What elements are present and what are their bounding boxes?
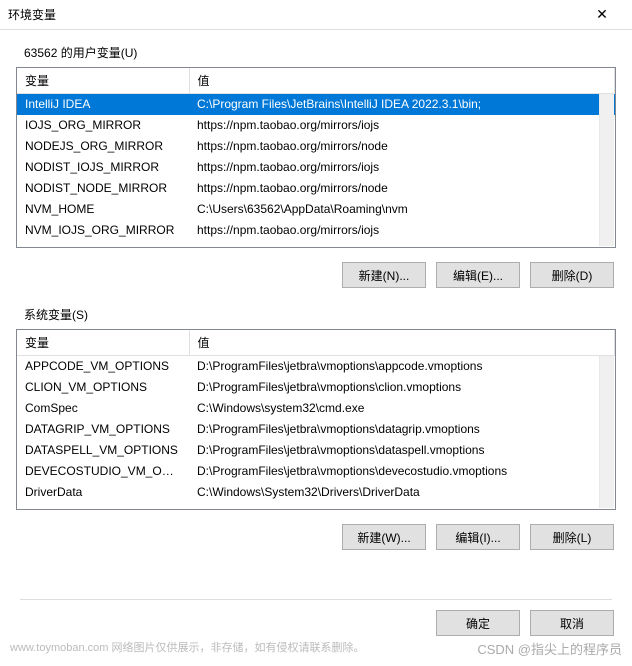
var-name-cell: IntelliJ IDEA	[17, 94, 189, 115]
window-title: 环境变量	[8, 6, 580, 23]
divider	[20, 599, 612, 600]
table-row[interactable]: DATAGRIP_VM_OPTIONSD:\ProgramFiles\jetbr…	[17, 419, 615, 440]
table-row[interactable]: NVM_HOMEC:\Users\63562\AppData\Roaming\n…	[17, 199, 615, 220]
watermark-right: CSDN @指尖上的程序员	[477, 639, 622, 658]
user-scrollbar[interactable]	[599, 94, 614, 246]
var-value-cell: https://npm.taobao.org/mirrors/iojs	[189, 157, 615, 178]
user-delete-button[interactable]: 删除(D)	[530, 262, 614, 288]
cancel-button[interactable]: 取消	[530, 610, 614, 636]
user-header-value[interactable]: 值	[189, 68, 615, 94]
table-row[interactable]: NODIST_NODE_MIRRORhttps://npm.taobao.org…	[17, 178, 615, 199]
title-bar: 环境变量 ✕	[0, 0, 632, 30]
system-delete-button[interactable]: 删除(L)	[530, 524, 614, 550]
watermark: www.toymoban.com 网络图片仅供展示，非存储，如有侵权请联系删除。…	[10, 639, 622, 658]
system-header-value[interactable]: 值	[189, 330, 615, 356]
system-vars-label: 系统变量(S)	[24, 306, 616, 323]
system-vars-table-container: 变量 值 APPCODE_VM_OPTIONSD:\ProgramFiles\j…	[16, 329, 616, 510]
var-value-cell: https://npm.taobao.org/mirrors/node	[189, 136, 615, 157]
var-value-cell: https://npm.taobao.org/mirrors/iojs	[189, 115, 615, 136]
user-new-button[interactable]: 新建(N)...	[342, 262, 426, 288]
user-header-variable[interactable]: 变量	[17, 68, 189, 94]
var-name-cell: DATAGRIP_VM_OPTIONS	[17, 419, 189, 440]
table-row[interactable]: NODEJS_ORG_MIRRORhttps://npm.taobao.org/…	[17, 136, 615, 157]
var-name-cell: CLION_VM_OPTIONS	[17, 377, 189, 398]
var-value-cell: C:\Users\63562\AppData\Roaming\nvm	[189, 199, 615, 220]
var-name-cell: ComSpec	[17, 398, 189, 419]
system-scrollbar[interactable]	[599, 356, 614, 508]
user-vars-label: 63562 的用户变量(U)	[24, 44, 616, 61]
var-value-cell: https://npm.taobao.org/mirrors/node	[189, 178, 615, 199]
var-value-cell: D:\ProgramFiles\jetbra\vmoptions\devecos…	[189, 461, 615, 482]
system-new-button[interactable]: 新建(W)...	[342, 524, 426, 550]
table-row[interactable]: NVM_IOJS_ORG_MIRRORhttps://npm.taobao.or…	[17, 220, 615, 241]
var-value-cell: D:\ProgramFiles\jetbra\vmoptions\clion.v…	[189, 377, 615, 398]
user-edit-button[interactable]: 编辑(E)...	[436, 262, 520, 288]
table-row[interactable]: NODIST_IOJS_MIRRORhttps://npm.taobao.org…	[17, 157, 615, 178]
table-row[interactable]: IntelliJ IDEAC:\Program Files\JetBrains\…	[17, 94, 615, 115]
close-icon: ✕	[596, 6, 608, 23]
table-row[interactable]: ComSpecC:\Windows\system32\cmd.exe	[17, 398, 615, 419]
var-value-cell: D:\ProgramFiles\jetbra\vmoptions\datagri…	[189, 419, 615, 440]
var-value-cell: C:\Program Files\JetBrains\IntelliJ IDEA…	[189, 94, 615, 115]
table-row[interactable]: DriverDataC:\Windows\System32\Drivers\Dr…	[17, 482, 615, 503]
var-name-cell: NODIST_IOJS_MIRROR	[17, 157, 189, 178]
var-name-cell: DATASPELL_VM_OPTIONS	[17, 440, 189, 461]
var-value-cell: D:\ProgramFiles\jetbra\vmoptions\dataspe…	[189, 440, 615, 461]
var-value-cell: C:\Windows\System32\Drivers\DriverData	[189, 482, 615, 503]
var-name-cell: APPCODE_VM_OPTIONS	[17, 356, 189, 377]
table-row[interactable]: IOJS_ORG_MIRRORhttps://npm.taobao.org/mi…	[17, 115, 615, 136]
var-name-cell: IOJS_ORG_MIRROR	[17, 115, 189, 136]
var-value-cell: D:\ProgramFiles\jetbra\vmoptions\appcode…	[189, 356, 615, 377]
system-vars-table[interactable]: 变量 值 APPCODE_VM_OPTIONSD:\ProgramFiles\j…	[17, 330, 615, 503]
user-vars-table[interactable]: 变量 值 IntelliJ IDEAC:\Program Files\JetBr…	[17, 68, 615, 241]
var-name-cell: NVM_HOME	[17, 199, 189, 220]
table-row[interactable]: DATASPELL_VM_OPTIONSD:\ProgramFiles\jetb…	[17, 440, 615, 461]
var-name-cell: NVM_IOJS_ORG_MIRROR	[17, 220, 189, 241]
var-name-cell: DriverData	[17, 482, 189, 503]
user-vars-table-container: 变量 值 IntelliJ IDEAC:\Program Files\JetBr…	[16, 67, 616, 248]
var-value-cell: https://npm.taobao.org/mirrors/iojs	[189, 220, 615, 241]
close-button[interactable]: ✕	[580, 1, 624, 29]
var-value-cell: C:\Windows\system32\cmd.exe	[189, 398, 615, 419]
var-name-cell: DEVECOSTUDIO_VM_OPT...	[17, 461, 189, 482]
watermark-left: www.toymoban.com 网络图片仅供展示，非存储，如有侵权请联系删除。	[10, 639, 364, 658]
table-row[interactable]: DEVECOSTUDIO_VM_OPT...D:\ProgramFiles\je…	[17, 461, 615, 482]
system-edit-button[interactable]: 编辑(I)...	[436, 524, 520, 550]
var-name-cell: NODIST_NODE_MIRROR	[17, 178, 189, 199]
system-header-variable[interactable]: 变量	[17, 330, 189, 356]
ok-button[interactable]: 确定	[436, 610, 520, 636]
table-row[interactable]: APPCODE_VM_OPTIONSD:\ProgramFiles\jetbra…	[17, 356, 615, 377]
var-name-cell: NODEJS_ORG_MIRROR	[17, 136, 189, 157]
table-row[interactable]: CLION_VM_OPTIONSD:\ProgramFiles\jetbra\v…	[17, 377, 615, 398]
